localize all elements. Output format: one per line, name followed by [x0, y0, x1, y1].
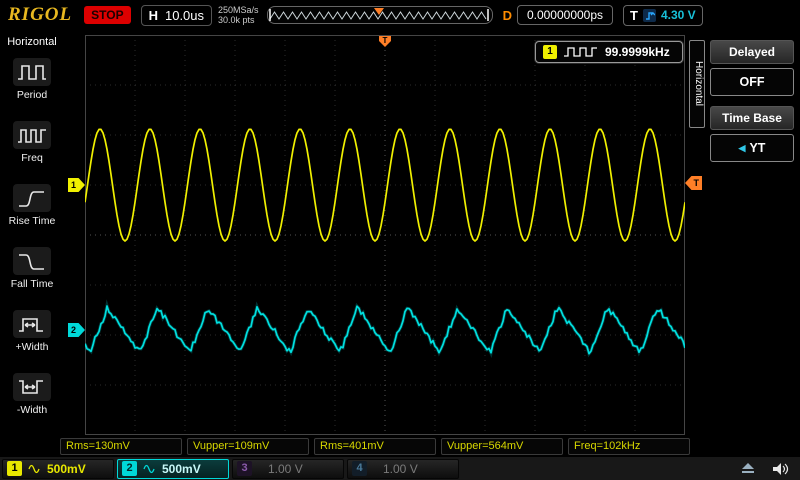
channel-3-status[interactable]: 3 1.00 V: [232, 459, 344, 479]
trigger-level-value: 4.30 V: [661, 8, 696, 22]
channel-1-badge: 1: [7, 461, 22, 476]
minus-width-icon: [13, 373, 51, 401]
measurement-item: Vupper=109mV: [187, 438, 309, 455]
speaker-icon[interactable]: [772, 462, 790, 476]
menu-item-freq[interactable]: Freq: [0, 111, 64, 174]
ch1-ground-marker[interactable]: 1: [68, 178, 85, 192]
fall-time-icon: [13, 247, 51, 275]
menu-item-label: +Width: [16, 341, 49, 353]
scope-display: [85, 35, 685, 435]
channel-2-status[interactable]: 2 500mV: [117, 459, 229, 479]
h-label: H: [149, 8, 158, 23]
overview-waveform-icon: [268, 7, 490, 23]
status-icons: [740, 462, 790, 476]
channel-4-badge: 4: [352, 461, 367, 476]
left-sidebar-title: Horizontal: [0, 36, 64, 48]
channel-1-status[interactable]: 1 500mV: [2, 459, 114, 479]
counter-source-channel: 1: [543, 45, 557, 59]
sine-coupling-icon: [28, 464, 41, 474]
trigger-level-marker[interactable]: T: [685, 176, 702, 190]
frequency-counter-badge: 1 99.9999kHz: [535, 41, 683, 63]
trigger-readout: T 4.30 V: [623, 5, 703, 26]
delay-readout: D 0.00000000ps: [503, 5, 613, 25]
sample-rate: 250MSa/s: [218, 5, 259, 15]
plus-width-icon: [13, 310, 51, 338]
channel-3-badge: 3: [237, 461, 252, 476]
acquisition-info: 250MSa/s 30.0k pts: [218, 5, 259, 25]
left-arrow-icon: ◀: [739, 143, 746, 154]
measurement-item: Rms=130mV: [60, 438, 182, 455]
time-base-value-button[interactable]: ◀ YT: [710, 134, 794, 162]
channel-3-scale: 1.00 V: [268, 462, 303, 476]
menu-item-label: Rise Time: [9, 215, 56, 227]
channel-1-scale: 500mV: [47, 462, 86, 476]
menu-item-label: Fall Time: [11, 278, 54, 290]
measurement-item: Freq=102kHz: [568, 438, 690, 455]
menu-item-label: Freq: [21, 152, 43, 164]
delay-value: 0.00000000ps: [517, 5, 613, 25]
waveform-plot: [85, 35, 685, 435]
menu-item-rise-time[interactable]: Rise Time: [0, 174, 64, 237]
waveform-overview-strip[interactable]: [267, 6, 493, 24]
menu-item-plus-width[interactable]: +Width: [0, 300, 64, 363]
memory-depth: 30.0k pts: [218, 15, 259, 25]
period-icon: [13, 58, 51, 86]
menu-item-minus-width[interactable]: -Width: [0, 363, 64, 426]
delayed-value: OFF: [740, 75, 765, 89]
measurement-results-row: Rms=130mV Vupper=109mV Rms=401mV Vupper=…: [60, 438, 690, 455]
measurement-item: Rms=401mV: [314, 438, 436, 455]
time-base-label: Time Base: [710, 106, 794, 130]
menu-item-fall-time[interactable]: Fall Time: [0, 237, 64, 300]
eject-icon[interactable]: [740, 462, 756, 475]
sine-coupling-icon: [143, 464, 156, 474]
counter-frequency-value: 99.9999kHz: [605, 45, 670, 59]
delayed-value-button[interactable]: OFF: [710, 68, 794, 96]
d-label: D: [503, 8, 512, 23]
channel-2-scale: 500mV: [162, 462, 201, 476]
right-menu-tab[interactable]: Horizontal: [689, 40, 705, 128]
time-base-value: YT: [749, 141, 765, 155]
horizontal-timebase-box: H 10.0us: [141, 5, 212, 26]
delayed-label: Delayed: [710, 40, 794, 64]
channel-4-scale: 1.00 V: [383, 462, 418, 476]
channel-2-badge: 2: [122, 461, 137, 476]
channel-status-bar: 1 500mV 2 500mV 3 1.00 V 4 1.00 V: [0, 456, 800, 480]
trigger-slope-icon: [643, 9, 656, 22]
timebase-value: 10.0us: [165, 8, 204, 23]
left-measure-sidebar: Horizontal Period Freq Rise Time Fall Ti…: [0, 30, 64, 440]
run-state-badge: STOP: [84, 6, 130, 24]
menu-item-label: -Width: [17, 404, 47, 416]
freq-icon: [13, 121, 51, 149]
rise-time-icon: [13, 184, 51, 212]
menu-item-period[interactable]: Period: [0, 48, 64, 111]
rigol-logo: RIGOL: [8, 4, 72, 26]
header-bar: RIGOL STOP H 10.0us 250MSa/s 30.0k pts D…: [0, 0, 800, 30]
t-label: T: [630, 8, 638, 23]
square-wave-icon: [563, 46, 599, 58]
ch2-ground-marker[interactable]: 2: [68, 323, 85, 337]
menu-delayed: Delayed OFF: [710, 40, 794, 96]
menu-item-label: Period: [17, 89, 47, 101]
measurement-item: Vupper=564mV: [441, 438, 563, 455]
menu-time-base: Time Base ◀ YT: [710, 106, 794, 162]
channel-4-status[interactable]: 4 1.00 V: [347, 459, 459, 479]
